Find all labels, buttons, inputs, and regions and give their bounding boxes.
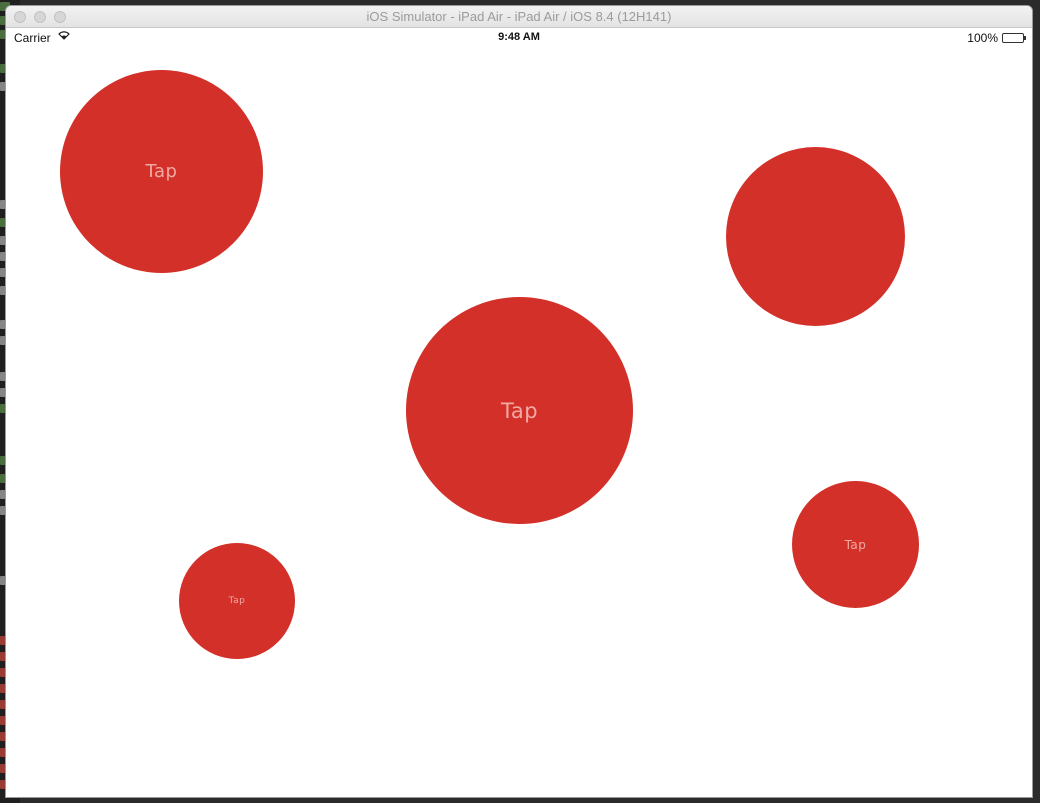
- status-time: 9:48 AM: [498, 31, 540, 43]
- tap-bubble-label: Tap: [228, 596, 246, 606]
- window-titlebar[interactable]: iOS Simulator - iPad Air - iPad Air / iO…: [6, 6, 1032, 28]
- simulator-window: iOS Simulator - iPad Air - iPad Air / iO…: [6, 6, 1032, 797]
- tap-bubble[interactable]: [726, 147, 905, 326]
- ios-status-bar: Carrier 9:48 AM 100%: [6, 28, 1032, 46]
- window-title: iOS Simulator - iPad Air - iPad Air / iO…: [366, 9, 672, 24]
- tap-bubble-label: Tap: [500, 398, 539, 423]
- tap-bubble-label: Tap: [145, 161, 178, 182]
- app-screen: Tap Tap Tap Tap: [6, 46, 1032, 797]
- tap-bubble[interactable]: Tap: [60, 70, 263, 273]
- battery-percent: 100%: [967, 31, 998, 45]
- tap-bubble[interactable]: Tap: [179, 543, 295, 659]
- battery-icon: [1002, 33, 1026, 43]
- tap-bubble[interactable]: Tap: [406, 297, 633, 524]
- tap-bubble-label: Tap: [844, 537, 867, 552]
- tap-bubble[interactable]: Tap: [792, 481, 919, 608]
